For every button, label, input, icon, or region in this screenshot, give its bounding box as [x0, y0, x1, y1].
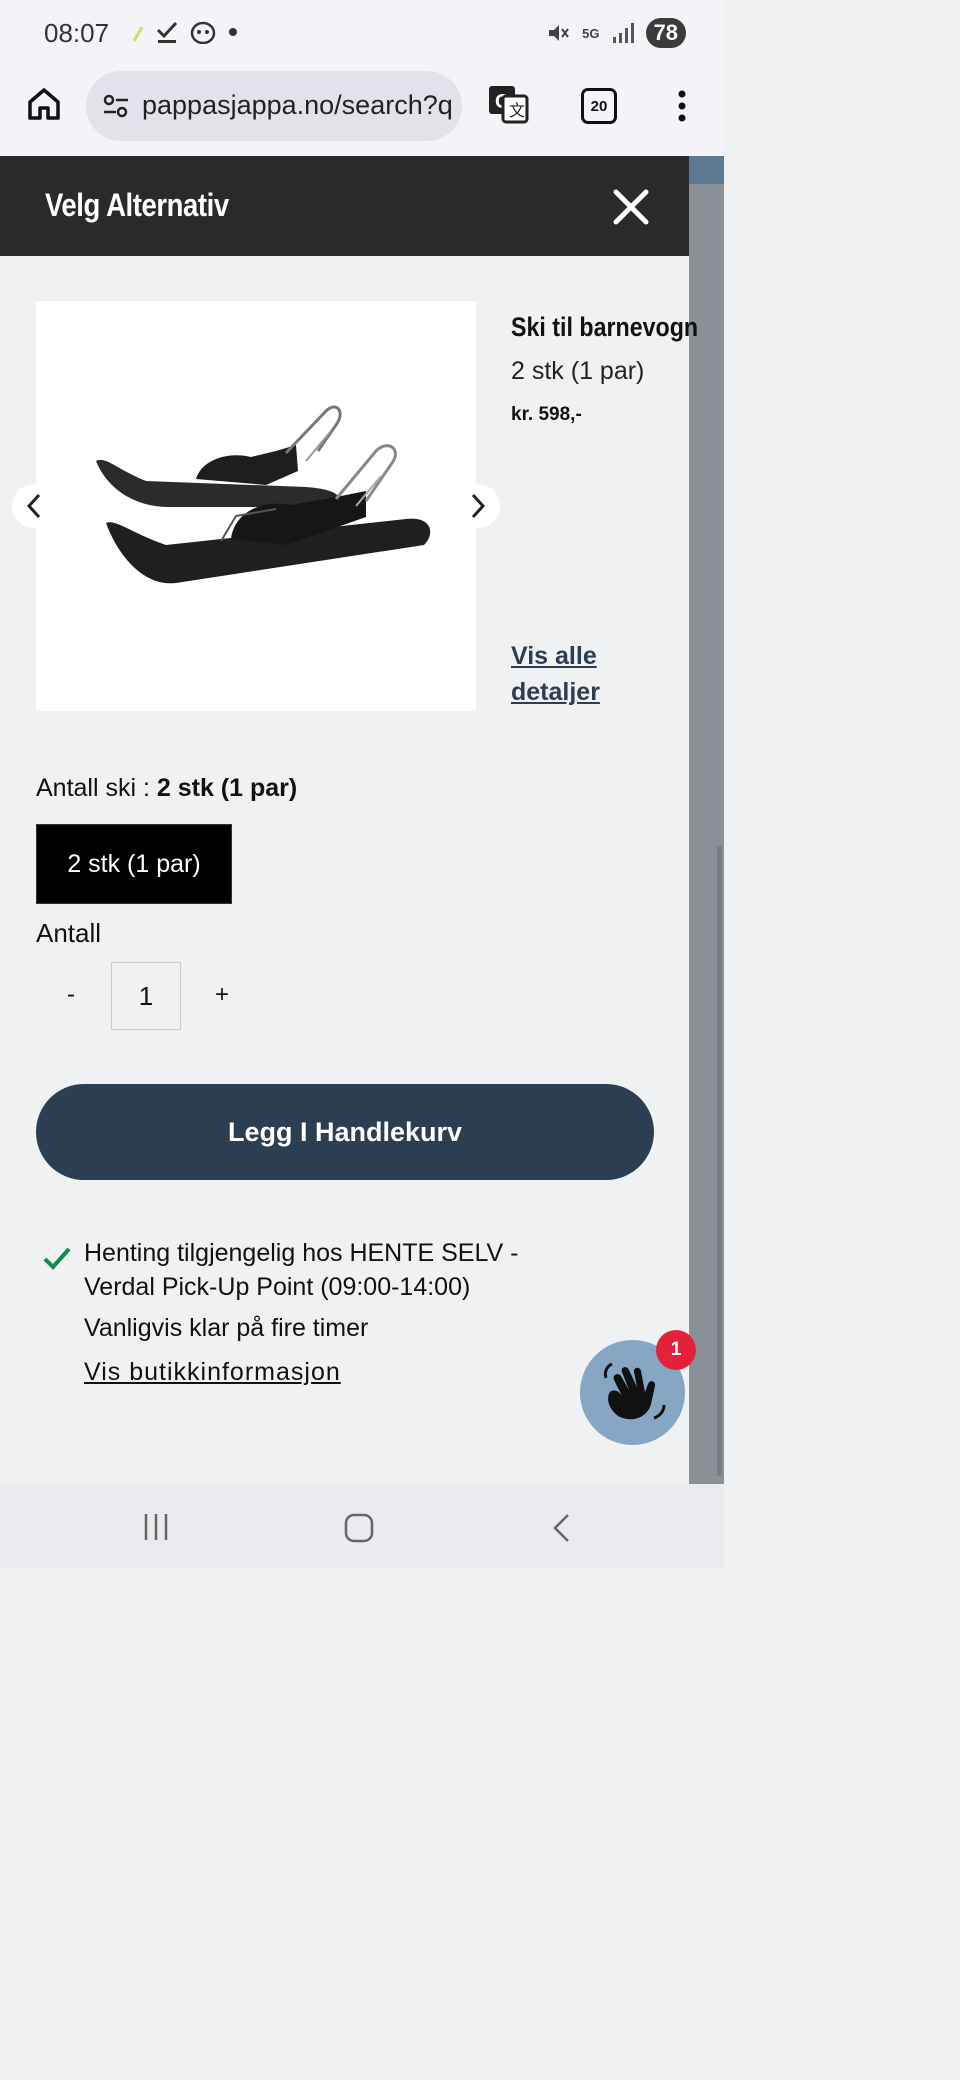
- modal-body: Ski til barnevogn 2 stk (1 par) kr. 598,…: [0, 256, 698, 1484]
- chat-notification-badge: 1: [656, 1330, 696, 1370]
- svg-text:文: 文: [509, 102, 525, 120]
- quantity-increase-button[interactable]: +: [208, 981, 236, 1009]
- quantity-decrease-button[interactable]: -: [58, 981, 84, 1009]
- close-icon[interactable]: [610, 186, 652, 228]
- more-menu-icon[interactable]: [672, 88, 692, 124]
- stroller-ski-image: [96, 405, 431, 584]
- address-bar[interactable]: pappasjappa.no/search?q=ski: [86, 71, 462, 141]
- pickup-ready-time: Vanligvis klar på fire timer: [84, 1314, 369, 1342]
- browser-toolbar: pappasjappa.no/search?q=ski G文 20: [0, 68, 724, 156]
- battery-indicator: 78: [645, 18, 686, 48]
- url-text: pappasjappa.no/search?q=ski: [142, 90, 452, 120]
- tabs-button[interactable]: 20: [581, 88, 617, 124]
- scrollbar-thumb[interactable]: [717, 846, 722, 1476]
- option-label-text: Antall ski :: [36, 774, 157, 802]
- system-nav-bar: [0, 1484, 724, 1568]
- quantity-label: Antall: [36, 918, 102, 948]
- site-settings-icon[interactable]: [102, 93, 130, 119]
- background-page-strip: [689, 156, 724, 1484]
- product-image: [36, 301, 476, 711]
- store-info-link[interactable]: Vis butikkinformasjon: [84, 1358, 341, 1387]
- option-selected-value: 2 stk (1 par): [156, 774, 298, 802]
- signal-icon: [612, 23, 634, 43]
- recent-apps-icon[interactable]: [142, 1512, 170, 1542]
- home-icon[interactable]: [24, 84, 64, 124]
- product-variant: 2 stk (1 par): [511, 357, 645, 385]
- option-button[interactable]: 2 stk (1 par): [36, 824, 232, 904]
- background-header-strip: [689, 156, 724, 184]
- carousel-prev-button[interactable]: [12, 484, 56, 528]
- back-icon[interactable]: [550, 1512, 572, 1544]
- leaf-icon: [132, 26, 144, 42]
- modal-header: Velg Alternativ: [0, 156, 689, 256]
- modal-title: Velg Alternativ: [45, 187, 229, 223]
- pickup-availability: Henting tilgjengelig hos HENTE SELV - Ve…: [84, 1239, 519, 1301]
- option-label: Antall ski : 2 stk (1 par): [36, 774, 297, 803]
- status-time: 08:07: [44, 18, 110, 48]
- quantity-input[interactable]: 1: [111, 962, 181, 1030]
- network-label: 5G: [582, 25, 600, 41]
- dot-icon: [229, 28, 237, 36]
- add-to-cart-button[interactable]: Legg I Handlekurv: [36, 1084, 654, 1180]
- check-icon: [43, 1247, 71, 1270]
- status-bar: 08:07 5G 78: [0, 0, 724, 68]
- chevron-left-icon: [26, 493, 41, 519]
- mute-icon: [549, 25, 569, 41]
- carousel-next-button[interactable]: [456, 484, 500, 528]
- checkmark-icon: [156, 21, 178, 43]
- product-price: kr. 598,-: [511, 404, 582, 425]
- translate-icon[interactable]: G文: [487, 84, 531, 124]
- waving-hand-icon: [603, 1362, 665, 1419]
- home-nav-icon[interactable]: [343, 1512, 375, 1544]
- product-title: Ski til barnevogn: [511, 312, 699, 342]
- view-details-link[interactable]: Vis alle detaljer: [511, 638, 641, 710]
- app-face-icon: [190, 21, 216, 44]
- chevron-right-icon: [471, 493, 486, 519]
